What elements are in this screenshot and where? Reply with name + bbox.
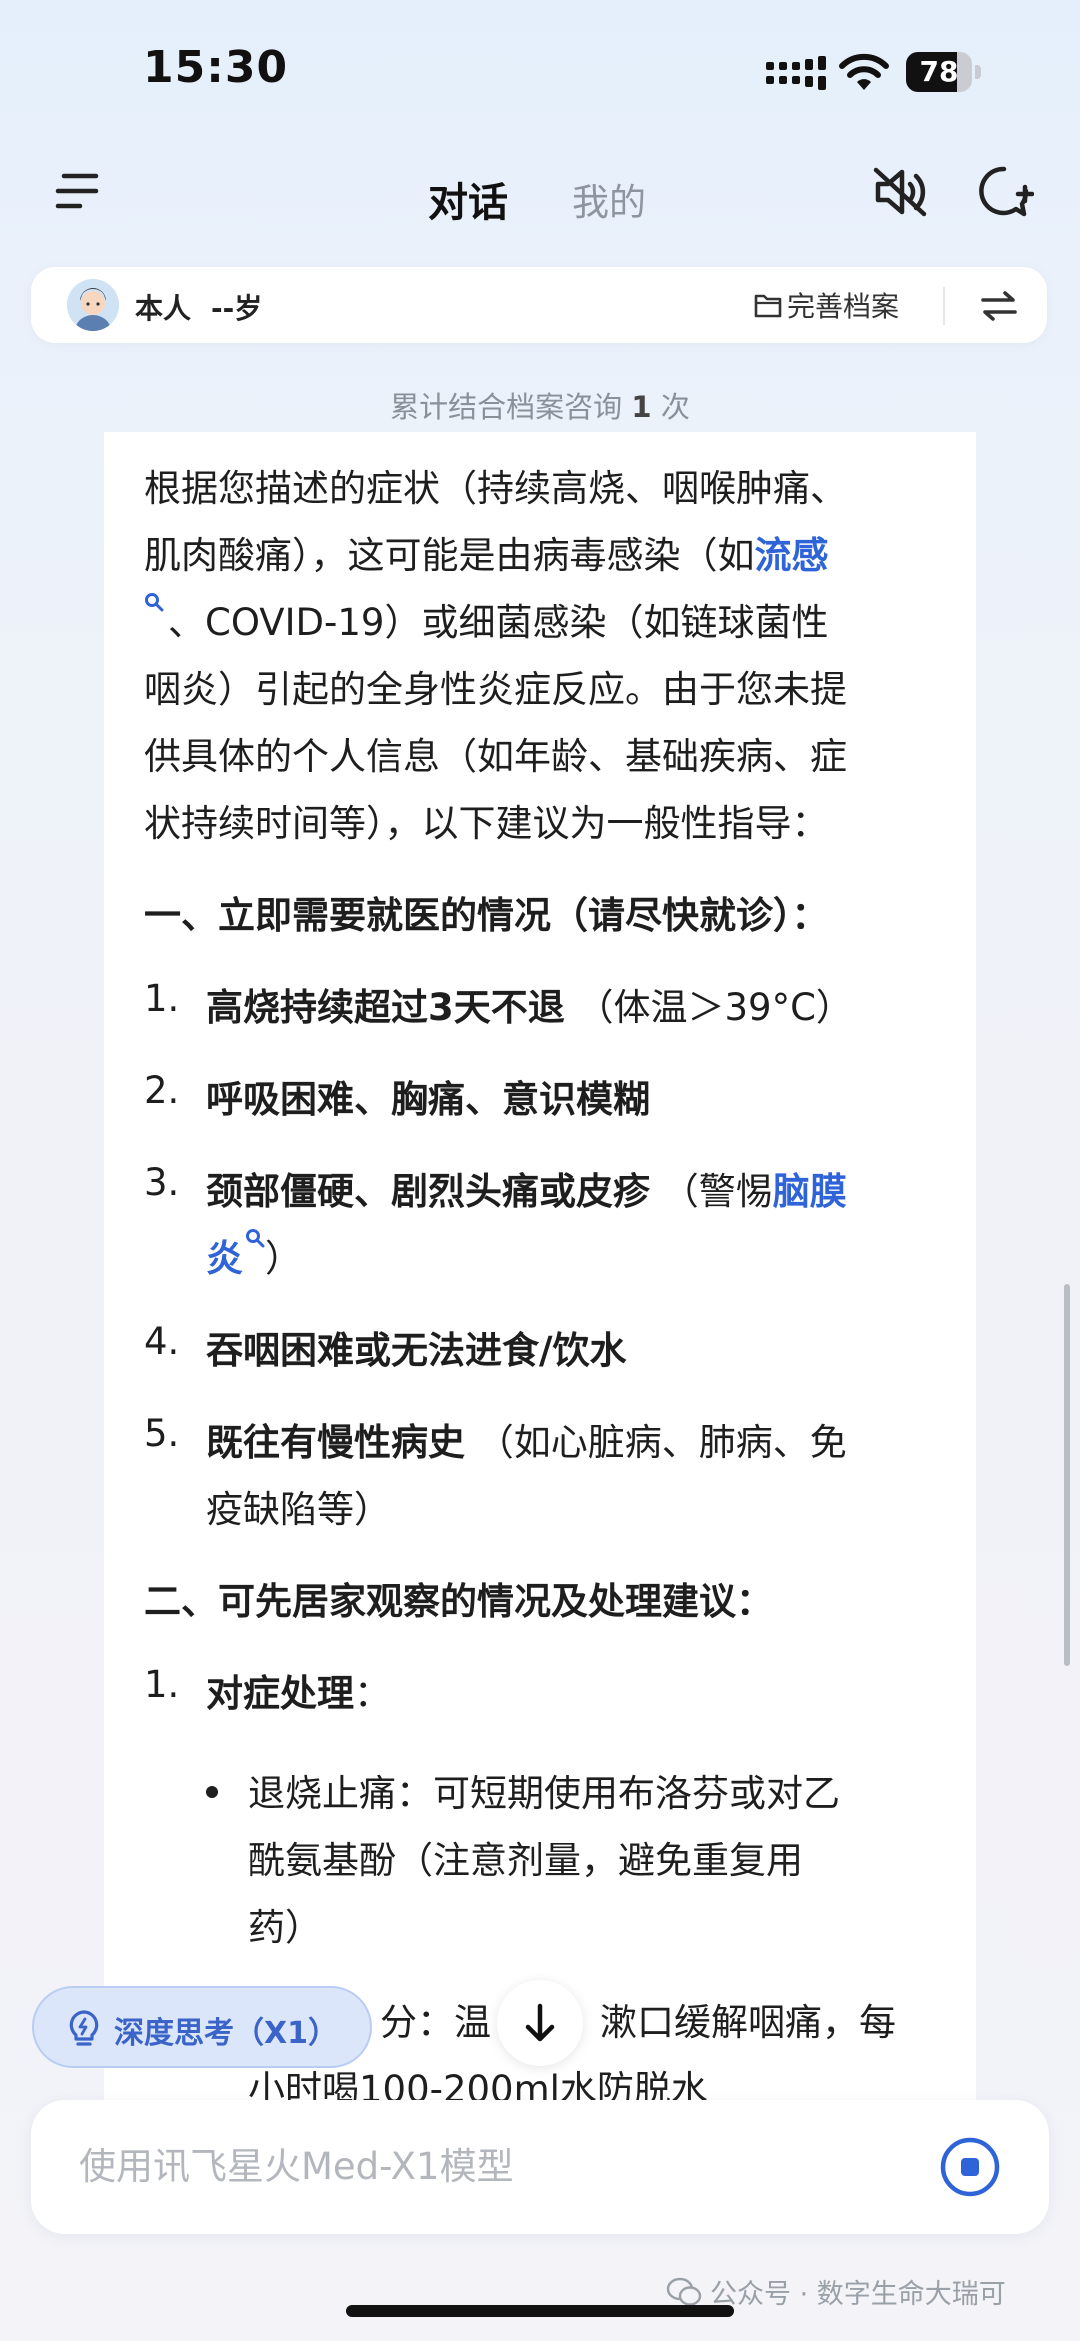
bullet-line: 分：温 <box>380 2001 491 2044</box>
list-item: 对症处理： <box>206 1663 391 1717</box>
link-flu[interactable]: 流感 <box>755 534 829 577</box>
list-item-bold: 高烧持续超过3天不退 <box>206 986 565 1029</box>
message-text: 肌肉酸痛），这可能是由病毒感染（如 <box>144 534 755 577</box>
list-item: 吞咽困难或无法进食/饮水 <box>206 1329 627 1372</box>
bullet-dot <box>206 1786 218 1798</box>
list-item-bold: 对症处理 <box>206 1672 354 1715</box>
cellular-signal-icon <box>766 56 826 90</box>
list-item-text: ） <box>265 1237 302 1280</box>
list-item: 呼吸困难、胸痛、意识模糊 <box>206 1078 650 1121</box>
bullet-line: 漱口缓解咽痛，每 <box>600 2001 896 2044</box>
list-item-text: （警惕 <box>661 1170 773 1213</box>
list-item-bold: 既往有慢性病史 <box>206 1421 465 1464</box>
section-heading: 一、立即需要就医的情况（请尽快就诊）： <box>144 894 829 937</box>
chat-input-bar <box>31 2100 1049 2234</box>
list-number: 3. <box>144 1161 180 1204</box>
bullet-line: 药） <box>248 1906 322 1949</box>
search-icon[interactable] <box>245 1228 265 1248</box>
battery-indicator: 78 <box>906 52 982 92</box>
speaker-muted-icon[interactable] <box>872 166 928 218</box>
profile-name: 本人 <box>135 292 192 325</box>
consult-count: 累计结合档案咨询 1 次 <box>0 384 1080 426</box>
message-line: 咽炎）引起的全身性炎症反应。由于您未提 <box>144 668 847 711</box>
avatar[interactable] <box>67 279 119 331</box>
home-indicator[interactable] <box>346 2305 734 2317</box>
deep-think-button[interactable]: 深度思考（X1） <box>32 1986 372 2068</box>
consult-number: 1 <box>631 390 652 424</box>
watermark-text: 公众号 · 数字生命大瑞可 <box>710 2279 1006 2310</box>
message-line: 根据您描述的症状（持续高烧、咽喉肿痛、 <box>144 467 847 510</box>
tab-mine[interactable]: 我的 <box>572 172 646 226</box>
list-item-continuation: 疫缺陷等） <box>206 1488 391 1531</box>
list-item-text: （如心脏病、肺病、免 <box>476 1421 847 1464</box>
message-line: 肌肉酸痛），这可能是由病毒感染（如流感 <box>144 525 829 579</box>
chat-input[interactable] <box>79 2134 899 2198</box>
bullet-line: 退烧止痛：可短期使用布洛芬或对乙 <box>248 1772 840 1815</box>
profile-age: --岁 <box>211 292 263 325</box>
list-item-continuation: 炎） <box>206 1228 302 1282</box>
consult-suffix: 次 <box>660 390 690 424</box>
complete-profile-button[interactable]: 完善档案 <box>753 285 899 325</box>
consult-prefix: 累计结合档案咨询 <box>390 390 623 424</box>
list-item: 颈部僵硬、剧烈头痛或皮疹 （警惕脑膜 <box>206 1161 847 1215</box>
deep-think-label: 深度思考（X1） <box>114 2016 339 2051</box>
list-number: 1. <box>144 977 180 1020</box>
message-line: 、COVID-19）或细菌感染（如链球菌性 <box>144 592 828 646</box>
new-chat-icon[interactable] <box>976 164 1034 220</box>
switch-arrows-icon[interactable] <box>979 289 1019 323</box>
profile-card: 本人 --岁 完善档案 <box>31 267 1047 343</box>
lightbulb-icon <box>69 2010 99 2046</box>
bullet-line: 酰氨基酚（注意剂量，避免重复用 <box>248 1839 803 1882</box>
list-item-text: （体温＞39°C） <box>576 986 853 1029</box>
list-item: 高烧持续超过3天不退 （体温＞39°C） <box>206 977 853 1031</box>
list-number: 1. <box>144 1663 180 1706</box>
tab-chat[interactable]: 对话 <box>428 170 508 228</box>
message-line: 状持续时间等），以下建议为一般性指导： <box>144 802 829 845</box>
list-item-text: ： <box>354 1672 391 1715</box>
folder-icon <box>754 294 782 318</box>
divider <box>943 287 945 325</box>
list-item: 既往有慢性病史 （如心脏病、肺病、免 <box>206 1412 847 1466</box>
wechat-icon <box>666 2277 702 2306</box>
list-number: 4. <box>144 1320 180 1363</box>
link-meningitis-cont[interactable]: 炎 <box>206 1237 243 1280</box>
section-heading: 二、可先居家观察的情况及处理建议： <box>144 1580 773 1623</box>
complete-profile-label: 完善档案 <box>787 290 900 323</box>
battery-percent: 78 <box>919 55 959 88</box>
arrow-down-icon <box>525 2003 555 2042</box>
list-number: 2. <box>144 1069 180 1112</box>
list-number: 5. <box>144 1412 180 1455</box>
message-text: 、COVID-19）或细菌感染（如链球菌性 <box>168 601 829 644</box>
scroll-to-bottom-button[interactable] <box>497 1980 583 2066</box>
message-line: 供具体的个人信息（如年龄、基础疾病、症 <box>144 735 847 778</box>
link-meningitis[interactable]: 脑膜 <box>773 1170 847 1213</box>
stop-icon[interactable] <box>939 2136 1001 2198</box>
status-time: 15:30 <box>143 42 289 93</box>
menu-icon[interactable] <box>54 168 100 214</box>
search-icon[interactable] <box>144 592 164 612</box>
wifi-icon <box>839 53 889 90</box>
scrollbar[interactable] <box>1064 1284 1070 1666</box>
list-item-bold: 颈部僵硬、剧烈头痛或皮疹 <box>206 1170 650 1213</box>
